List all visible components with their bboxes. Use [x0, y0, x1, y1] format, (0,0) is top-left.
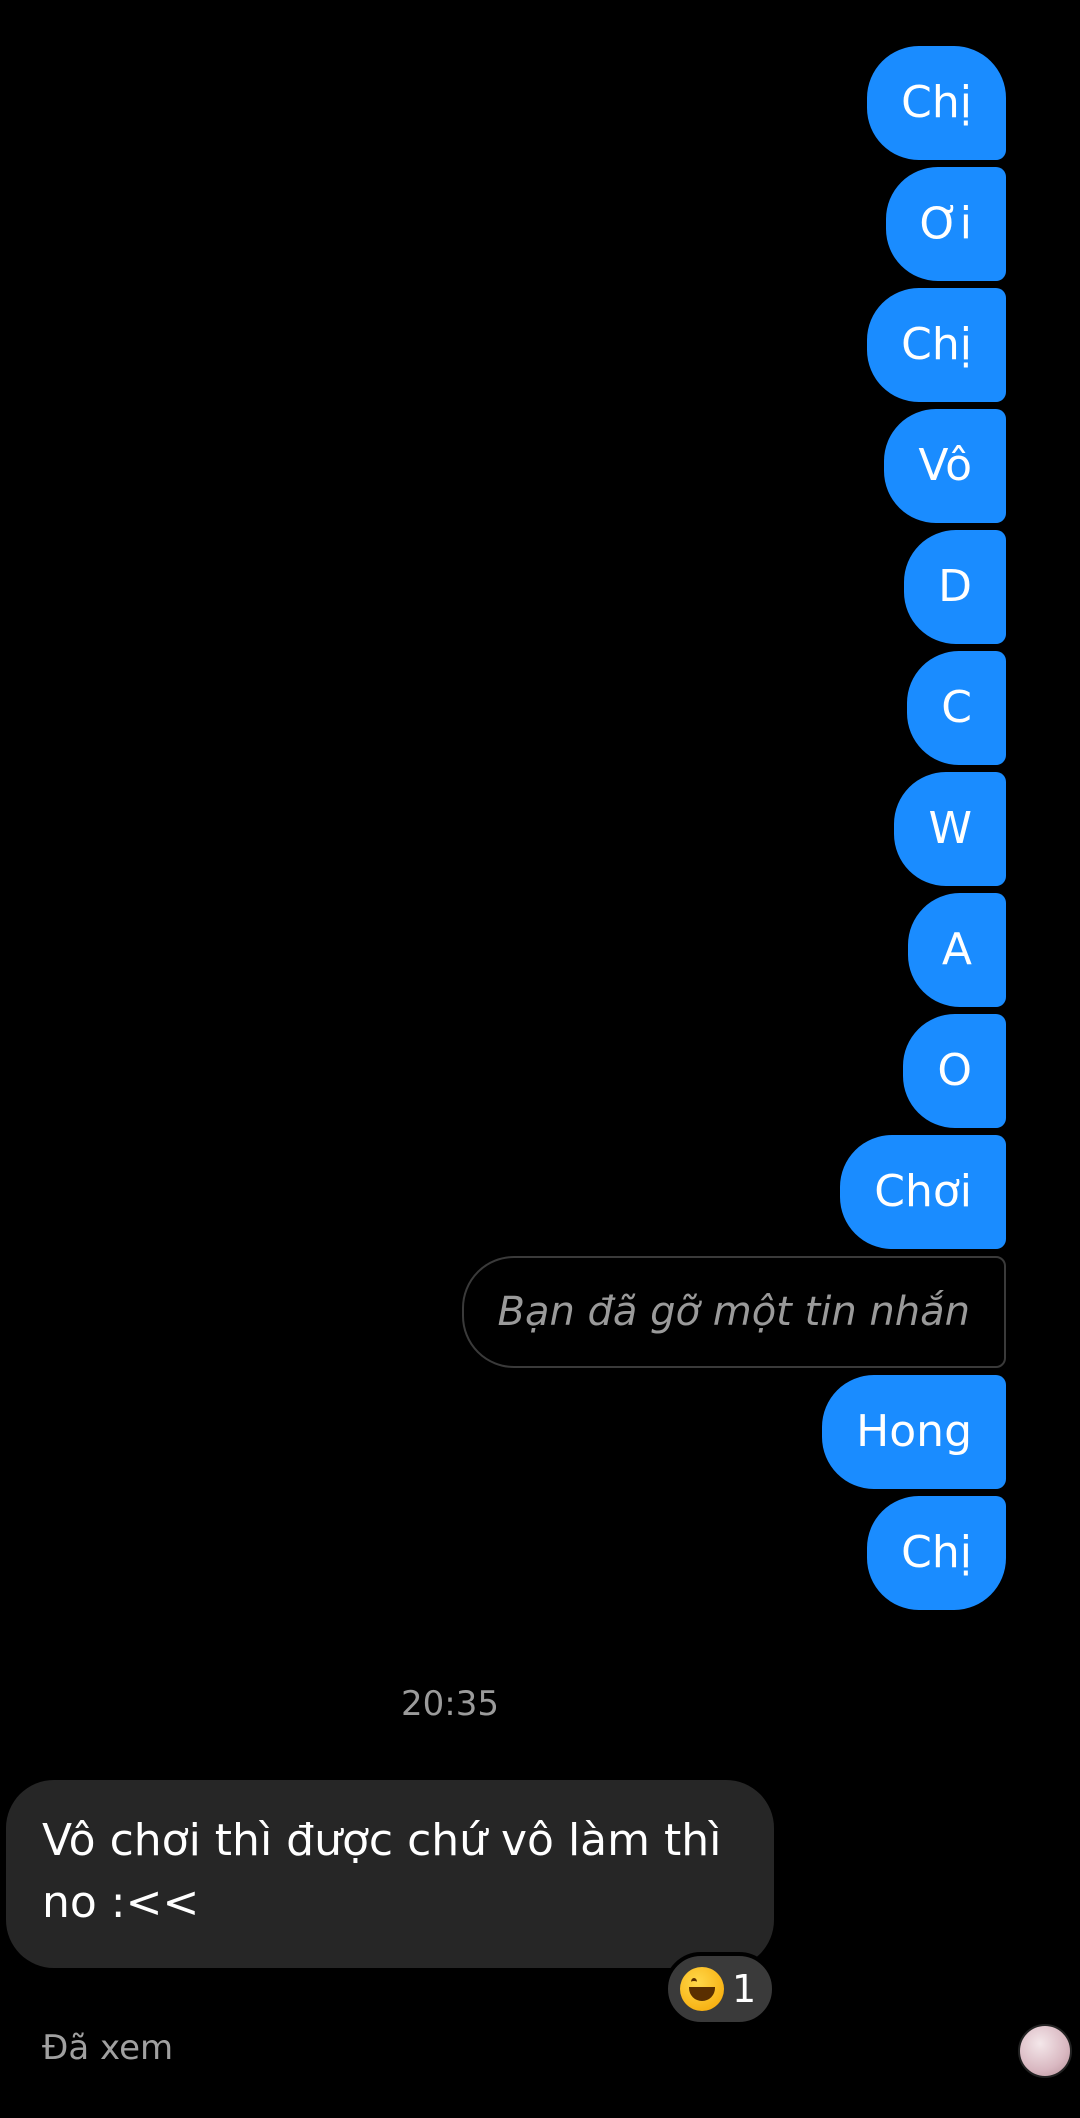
sent-messages-group: Chị Ơi Chị Vô D C W A O Chơi Bạn đã gỡ m…: [461, 46, 1006, 1610]
sent-message-bubble[interactable]: A: [907, 893, 1006, 1007]
seen-status: Đã xem: [42, 2028, 174, 2068]
sent-message-bubble[interactable]: Vô: [884, 409, 1006, 523]
sent-message-bubble[interactable]: Chị: [867, 46, 1006, 160]
reaction-badge[interactable]: 1: [664, 1952, 777, 2026]
sent-message-bubble[interactable]: Chơi: [840, 1135, 1006, 1249]
received-message-bubble[interactable]: Vô chơi thì được chứ vô làm thì no :<<: [6, 1780, 774, 1968]
grinning-squinting-face-icon: [680, 1967, 724, 2011]
sent-message-bubble[interactable]: W: [894, 772, 1006, 886]
avatar[interactable]: [1018, 2024, 1072, 2078]
sent-message-bubble[interactable]: C: [907, 651, 1006, 765]
reaction-count: 1: [732, 1967, 757, 2011]
unsent-message-notice[interactable]: Bạn đã gỡ một tin nhắn: [461, 1256, 1006, 1368]
sent-message-bubble[interactable]: O: [903, 1014, 1006, 1128]
message-timestamp: 20:35: [401, 1684, 499, 1724]
sent-message-bubble[interactable]: Chị: [867, 288, 1006, 402]
sent-message-bubble[interactable]: D: [904, 530, 1006, 644]
sent-message-bubble[interactable]: Ơi: [885, 167, 1006, 281]
sent-message-bubble[interactable]: Chị: [867, 1496, 1006, 1610]
sent-message-bubble[interactable]: Hong: [822, 1375, 1006, 1489]
